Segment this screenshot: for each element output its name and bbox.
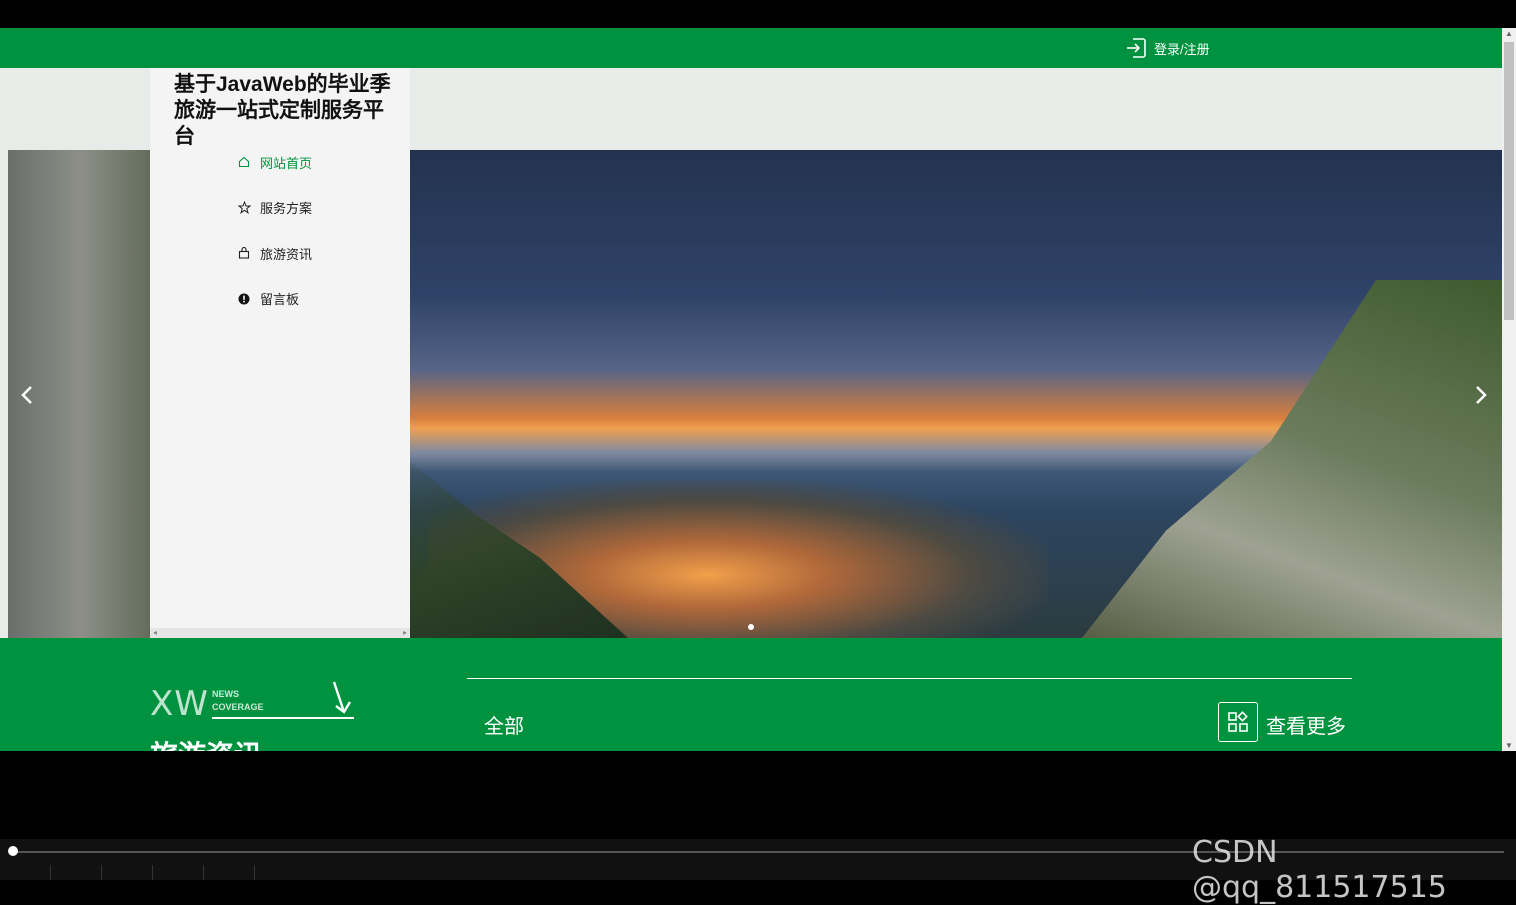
login-label: 登录/注册 [1154, 41, 1210, 57]
news-section-title: 旅游资讯 [150, 734, 262, 751]
news-logo-sub-line: COVERAGE [212, 702, 264, 712]
scroll-left-icon[interactable]: ◂ [153, 628, 157, 638]
player-controls [0, 865, 260, 880]
player-control-button[interactable] [102, 865, 153, 880]
hero-right-hill [1082, 280, 1502, 638]
player-control-button[interactable] [153, 865, 204, 880]
grid-icon [1228, 711, 1248, 732]
chevron-right-icon [1476, 386, 1487, 404]
carousel-prev-button[interactable] [12, 380, 42, 410]
site-title: 基于JavaWeb的毕业季旅游一站式定制服务平台 [174, 73, 391, 148]
player-control-button[interactable] [0, 865, 51, 880]
scroll-down-icon[interactable]: ▼ [1505, 741, 1513, 750]
tab-all[interactable]: 全部 [484, 710, 524, 739]
view-more-label[interactable]: 查看更多 [1266, 710, 1346, 739]
player-control-button[interactable] [51, 865, 102, 880]
login-register-link[interactable]: 登录/注册 [1124, 35, 1210, 61]
player-control-button[interactable] [204, 865, 255, 880]
news-logo-sub-line: NEWS [212, 689, 239, 699]
sidebar-item-travel-news[interactable]: 旅游资讯 [238, 243, 408, 263]
sidebar-item-label: 留言板 [260, 292, 300, 307]
alert-icon [238, 293, 254, 305]
page: 登录/注册 基于JavaWeb的毕业季旅游一站式定制服务平台 网站首页 服务方案… [0, 28, 1502, 751]
news-underline [212, 717, 354, 719]
sidebar-nav: 网站首页 服务方案 旅游资讯 留言板 [238, 152, 408, 334]
home-icon [238, 156, 254, 168]
sidebar-item-home[interactable]: 网站首页 [238, 152, 408, 172]
scrollbar-thumb[interactable] [1504, 42, 1514, 320]
progress-knob[interactable] [8, 846, 18, 856]
sidebar-item-message-board[interactable]: 留言板 [238, 289, 408, 309]
arrow-down-right-icon [332, 681, 352, 714]
sidebar-item-label: 网站首页 [260, 155, 313, 171]
top-bar: 登录/注册 [0, 28, 1502, 68]
sidebar-horizontal-scrollbar[interactable]: ◂ ▸ [150, 628, 410, 638]
vertical-scrollbar[interactable]: ▲ ▼ [1502, 28, 1516, 751]
scroll-up-icon[interactable]: ▲ [1505, 29, 1513, 38]
scroll-right-icon[interactable]: ▸ [403, 628, 407, 638]
star-icon [238, 201, 254, 214]
news-section: XW NEWS COVERAGE 旅游资讯 全部 查看更多 [0, 638, 1502, 751]
login-icon [1127, 38, 1146, 58]
chevron-left-icon [21, 386, 32, 404]
carousel-next-button[interactable] [1466, 380, 1496, 410]
sidebar: 基于JavaWeb的毕业季旅游一站式定制服务平台 网站首页 服务方案 旅游资讯 [150, 68, 410, 638]
view-more-button[interactable] [1218, 702, 1258, 742]
sidebar-item-services[interactable]: 服务方案 [238, 198, 408, 218]
watermark: CSDN @qq_811517515 [1192, 835, 1447, 905]
carousel-indicator-dot[interactable] [748, 624, 754, 630]
news-logo-text: XW [150, 684, 209, 724]
bag-icon [238, 247, 254, 259]
sidebar-item-label: 旅游资讯 [260, 246, 313, 262]
news-divider [467, 678, 1352, 679]
news-logo-subtitle: NEWS COVERAGE [212, 688, 264, 714]
sidebar-item-label: 服务方案 [260, 201, 313, 216]
